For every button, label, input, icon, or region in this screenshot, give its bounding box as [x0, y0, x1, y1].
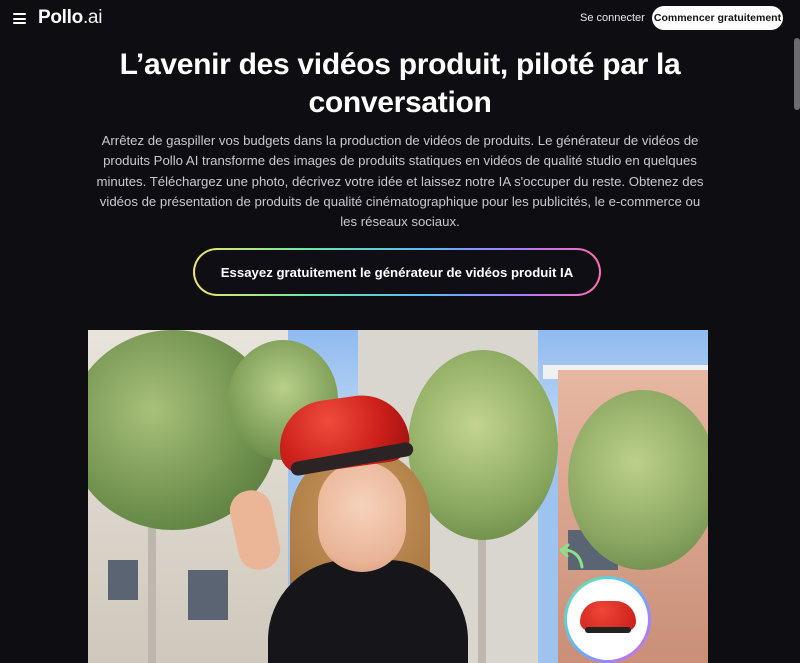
hero-description: Arrêtez de gaspiller vos budgets dans la… [96, 133, 704, 230]
start-free-button[interactable]: Commencer gratuitement [652, 6, 783, 30]
logo-text: Pollo [38, 7, 83, 28]
try-product-video-generator-button[interactable]: Essayez gratuitement le générateur de vi… [193, 248, 601, 296]
tree [568, 390, 708, 570]
page-title: L’avenir des vidéos produit, piloté par … [119, 48, 681, 119]
face [318, 462, 406, 572]
hero-button-label: Essayez gratuitement le générateur de vi… [195, 250, 599, 294]
product-beret-band [585, 627, 631, 633]
product-inset [564, 576, 651, 663]
model-photo [178, 370, 518, 663]
logo[interactable]: Pollo.ai [38, 7, 102, 29]
product-circle [567, 579, 648, 660]
tree-trunk [148, 510, 156, 663]
logo-suffix: .ai [82, 7, 103, 28]
window [108, 560, 138, 600]
top-nav: Pollo.ai Se connecter Commencer gratuite… [0, 0, 800, 38]
menu-icon[interactable] [13, 13, 26, 24]
login-link[interactable]: Se connecter [580, 12, 645, 24]
scrollbar[interactable] [794, 38, 800, 110]
hand [226, 486, 284, 574]
curved-arrow-icon [559, 543, 584, 569]
